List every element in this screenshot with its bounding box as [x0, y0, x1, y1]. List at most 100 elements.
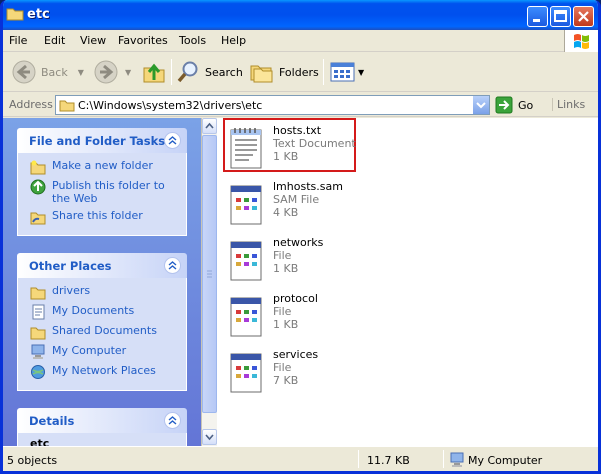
details-body: etc — [17, 433, 187, 446]
make-new-folder-link[interactable]: Make a new folder — [30, 159, 178, 175]
new-folder-icon — [30, 160, 46, 175]
task-label: Make a new folder — [52, 159, 153, 172]
views-dropdown-icon[interactable]: ▼ — [358, 68, 364, 77]
maximize-icon — [554, 10, 567, 22]
status-separator — [358, 450, 359, 468]
file-type: File — [273, 361, 292, 374]
my-computer-icon — [31, 344, 45, 359]
folders-icon — [250, 65, 273, 83]
go-button[interactable]: Go — [495, 95, 533, 115]
generic-file-icon — [230, 185, 262, 225]
search-button[interactable]: Search — [177, 58, 243, 86]
forward-button[interactable]: ▼ — [93, 58, 131, 86]
address-dropdown-button[interactable] — [472, 96, 489, 114]
chevron-up-icon — [168, 136, 177, 145]
window-title: etc — [27, 7, 50, 22]
task-pane-scrollbar[interactable] — [201, 118, 217, 446]
place-label: drivers — [52, 284, 91, 297]
my-computer-icon — [450, 452, 464, 467]
file-size: 1 KB — [273, 318, 299, 331]
folder-icon — [6, 8, 24, 21]
scroll-thumb[interactable] — [202, 135, 217, 413]
back-button[interactable]: Back ▼ — [11, 58, 84, 86]
menu-tools[interactable]: Tools — [179, 34, 206, 47]
file-name: protocol — [273, 292, 318, 305]
minimize-button[interactable] — [527, 6, 548, 27]
place-label: My Network Places — [52, 364, 156, 377]
address-input[interactable]: C:\Windows\system32\drivers\etc — [55, 95, 490, 115]
collapse-icon[interactable] — [164, 257, 181, 274]
publish-folder-link[interactable]: Publish this folder to the Web — [30, 179, 178, 205]
file-size: 7 KB — [273, 374, 299, 387]
publish-web-icon — [30, 179, 46, 195]
back-dropdown-icon[interactable]: ▼ — [78, 68, 84, 77]
file-name: hosts.txt — [273, 124, 322, 137]
chevron-up-icon — [168, 261, 177, 270]
menu-file[interactable]: File — [9, 34, 27, 47]
folder-icon — [59, 100, 75, 112]
place-my-documents-link[interactable]: My Documents — [30, 304, 178, 320]
search-label: Search — [205, 65, 243, 79]
chevron-up-icon — [205, 122, 214, 129]
place-shared-documents-link[interactable]: Shared Documents — [30, 324, 178, 340]
file-item-services[interactable]: services File 7 KB — [227, 346, 557, 398]
place-drivers-link[interactable]: drivers — [30, 284, 178, 300]
status-location: My Computer — [468, 454, 543, 467]
share-folder-link[interactable]: Share this folder — [30, 209, 178, 225]
explorer-window: etc File Edit View Favorites Tools Help — [0, 0, 601, 474]
collapse-icon[interactable] — [164, 412, 181, 429]
scroll-down-button[interactable] — [202, 429, 217, 445]
folders-button[interactable]: Folders — [249, 58, 319, 86]
file-folder-tasks-body: Make a new folder Publish this folder to… — [17, 153, 187, 236]
details-header[interactable]: Details — [17, 408, 187, 433]
file-item-lmhosts[interactable]: lmhosts.sam SAM File 4 KB — [227, 178, 557, 230]
grip-icon — [207, 270, 212, 278]
scroll-up-button[interactable] — [202, 118, 217, 134]
file-type: Text Document — [273, 137, 356, 150]
back-label: Back — [41, 65, 68, 79]
file-item-protocol[interactable]: protocol File 1 KB — [227, 290, 557, 342]
links-toolbar[interactable]: Links — [552, 98, 585, 111]
file-folder-tasks-panel: File and Folder Tasks Make a new folder … — [17, 128, 187, 236]
other-places-header[interactable]: Other Places — [17, 253, 187, 278]
forward-arrow-icon — [94, 60, 118, 84]
menu-view[interactable]: View — [80, 34, 106, 47]
file-item-hosts[interactable]: hosts.txt Text Document 1 KB — [227, 122, 557, 174]
file-size: 1 KB — [273, 150, 299, 163]
menu-favorites[interactable]: Favorites — [118, 34, 168, 47]
status-size: 11.7 KB — [367, 454, 410, 467]
status-object-count: 5 objects — [7, 454, 58, 467]
menu-edit[interactable]: Edit — [44, 34, 65, 47]
place-my-computer-link[interactable]: My Computer — [30, 344, 178, 360]
forward-dropdown-icon[interactable]: ▼ — [125, 68, 131, 77]
shared-folder-icon — [30, 327, 46, 340]
details-folder-name: etc — [30, 437, 50, 446]
my-documents-icon — [32, 304, 45, 320]
other-places-panel: Other Places drivers My Documents Shared… — [17, 253, 187, 391]
maximize-button[interactable] — [550, 6, 571, 27]
place-my-network-places-link[interactable]: My Network Places — [30, 364, 178, 380]
file-list: hosts.txt Text Document 1 KB lmhosts.sam… — [217, 118, 598, 446]
up-folder-icon — [143, 63, 165, 83]
windows-flag-icon — [574, 34, 589, 49]
menu-help[interactable]: Help — [221, 34, 246, 47]
panel-title: Other Places — [29, 259, 112, 273]
chevron-down-icon — [476, 102, 486, 109]
generic-file-icon — [230, 297, 262, 337]
file-type: File — [273, 249, 292, 262]
notepad-icon — [230, 128, 262, 169]
collapse-icon[interactable] — [164, 132, 181, 149]
toolbar-separator — [323, 59, 324, 85]
file-item-networks[interactable]: networks File 1 KB — [227, 234, 557, 286]
title-bar[interactable]: etc — [3, 0, 598, 30]
up-folder-button[interactable] — [142, 58, 166, 86]
file-folder-tasks-header[interactable]: File and Folder Tasks — [17, 128, 187, 153]
chevron-up-icon — [168, 416, 177, 425]
views-button[interactable]: ▼ — [330, 58, 364, 86]
status-separator — [443, 450, 444, 468]
close-button[interactable] — [573, 6, 594, 27]
other-places-body: drivers My Documents Shared Documents My… — [17, 278, 187, 391]
go-arrow-icon — [495, 96, 513, 114]
windows-logo — [564, 30, 598, 52]
file-type: File — [273, 305, 292, 318]
